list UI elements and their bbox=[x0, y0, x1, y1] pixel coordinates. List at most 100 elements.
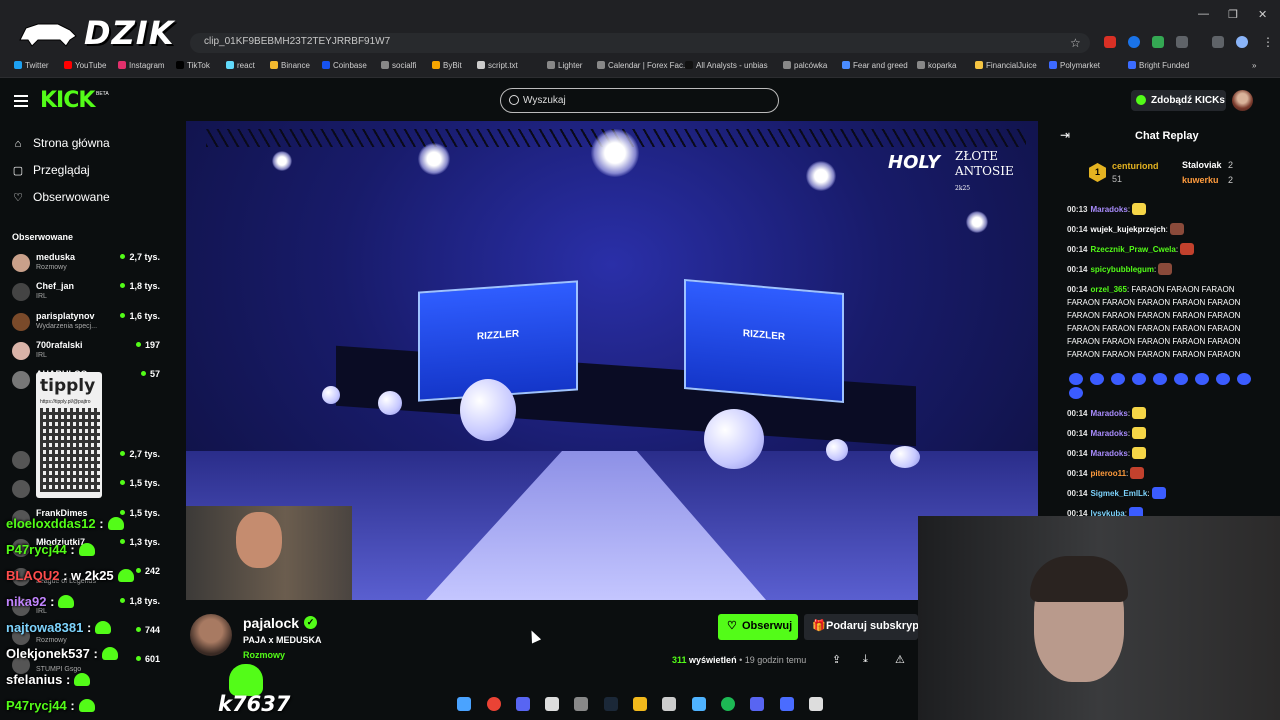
puzzle-icon[interactable] bbox=[1176, 36, 1188, 48]
bookmark-item[interactable]: FinancialJuice bbox=[975, 61, 1037, 70]
spotify-icon[interactable] bbox=[721, 697, 735, 711]
bookmark-item[interactable]: ByBit bbox=[432, 61, 462, 70]
extension-icon[interactable] bbox=[1128, 36, 1140, 48]
gifter-name[interactable]: kuwerku bbox=[1182, 175, 1219, 185]
stream-category[interactable]: Rozmowy bbox=[243, 650, 285, 660]
app-icon[interactable] bbox=[545, 697, 559, 711]
nav-following[interactable]: ♡ Obserwowane bbox=[12, 190, 110, 204]
boar-icon bbox=[19, 23, 77, 47]
bookmark-item[interactable]: Twitter bbox=[14, 61, 49, 70]
top-gifter-name[interactable]: centuriond bbox=[1112, 161, 1159, 171]
emote-icon bbox=[1069, 387, 1083, 399]
emote-icon bbox=[74, 673, 91, 686]
bookmark-item[interactable]: YouTube bbox=[64, 61, 106, 70]
channel-category: IRL bbox=[36, 608, 47, 615]
gift-sub-button[interactable]: 🎁Podaruj subskrypcje bbox=[804, 614, 918, 640]
emote-icon bbox=[1069, 373, 1083, 385]
collapse-chat-icon[interactable]: ⇥ bbox=[1060, 128, 1070, 142]
menu-dots-icon[interactable]: ⋮ bbox=[1262, 35, 1274, 49]
share-icon[interactable]: ⇪ bbox=[832, 653, 841, 666]
gifter-name[interactable]: Staloviak bbox=[1182, 160, 1222, 170]
chat-username[interactable]: Maradoks bbox=[1090, 449, 1127, 458]
nav-home[interactable]: ⌂ Strona główna bbox=[12, 136, 110, 150]
bookmark-icon bbox=[64, 61, 72, 69]
heart-icon: ♡ bbox=[727, 620, 737, 632]
nav-browse[interactable]: ▢ Przeglądaj bbox=[12, 163, 90, 177]
menu-icon[interactable] bbox=[14, 95, 28, 107]
kicks-icon bbox=[1136, 95, 1146, 105]
chat-username[interactable]: Maradoks bbox=[1090, 409, 1127, 418]
discord-icon[interactable] bbox=[516, 697, 530, 711]
overlay-chat-text: : bbox=[86, 620, 92, 635]
emote-icon bbox=[1216, 373, 1230, 385]
download-icon[interactable]: ⤓ bbox=[863, 653, 868, 666]
bookmark-item[interactable]: Instagram bbox=[118, 61, 165, 70]
streamer-name[interactable]: pajalock bbox=[243, 615, 299, 631]
bookmark-item[interactable]: socialfi bbox=[381, 61, 416, 70]
app-icon[interactable] bbox=[692, 697, 706, 711]
restore-icon[interactable]: ❐ bbox=[1228, 8, 1238, 21]
chat-timestamp: 00:14 bbox=[1067, 489, 1088, 498]
bookmark-item[interactable]: Fear and greed bbox=[842, 61, 908, 70]
close-icon[interactable]: ✕ bbox=[1258, 8, 1267, 21]
bookmark-item[interactable]: All Analysts - unbias bbox=[685, 61, 768, 70]
star-icon[interactable]: ☆ bbox=[1070, 36, 1081, 50]
bookmark-item[interactable]: Calendar | Forex Fac... bbox=[597, 61, 690, 70]
chat-message: 00:14 Maradoks: bbox=[1067, 427, 1257, 440]
emote-icon bbox=[1090, 373, 1104, 385]
bookmark-icon bbox=[432, 61, 440, 69]
chrome-icon[interactable] bbox=[487, 697, 501, 711]
app-icon[interactable] bbox=[780, 697, 794, 711]
windows-start-icon[interactable] bbox=[457, 697, 471, 711]
follow-button[interactable]: ♡ Obserwuj bbox=[718, 614, 798, 640]
reading-list-icon[interactable] bbox=[1212, 36, 1224, 48]
notepad-icon[interactable] bbox=[809, 697, 823, 711]
followed-channel[interactable]: Chef_jan IRL 1,8 tys. bbox=[12, 281, 160, 307]
bookmarks-more-icon[interactable]: » bbox=[1252, 61, 1256, 70]
bookmark-item[interactable]: palcówka bbox=[783, 61, 827, 70]
streamer-avatar[interactable] bbox=[190, 614, 232, 656]
overlay-chat-text: : bbox=[50, 594, 55, 609]
bookmark-item[interactable]: Lighter bbox=[547, 61, 582, 70]
minimize-icon[interactable]: — bbox=[1198, 8, 1209, 20]
report-icon[interactable]: ⚠ bbox=[895, 653, 905, 666]
folder-icon[interactable] bbox=[633, 697, 647, 711]
chat-username[interactable]: Sigmek_EmlLk bbox=[1090, 489, 1147, 498]
user-avatar[interactable] bbox=[1232, 90, 1253, 111]
bookmark-item[interactable]: koparka bbox=[917, 61, 956, 70]
emote-icon bbox=[1237, 373, 1251, 385]
app-icon[interactable] bbox=[574, 697, 588, 711]
extension-icon[interactable] bbox=[1104, 36, 1116, 48]
chat-timestamp: 00:14 bbox=[1067, 265, 1088, 274]
chat-username[interactable]: orzel_365 bbox=[1090, 285, 1126, 294]
viewer-count: 242 bbox=[136, 566, 160, 576]
chat-username[interactable]: piteroo11 bbox=[1090, 469, 1126, 478]
chat-username[interactable]: Maradoks bbox=[1090, 429, 1127, 438]
profile-icon[interactable] bbox=[1236, 36, 1248, 48]
bookmark-item[interactable]: TikTok bbox=[176, 61, 210, 70]
bookmark-item[interactable]: react bbox=[226, 61, 255, 70]
followed-channel[interactable]: 700rafalski IRL 197 bbox=[12, 340, 160, 366]
channel-name: Chef_jan bbox=[36, 281, 75, 291]
app-icon[interactable] bbox=[750, 697, 764, 711]
bookmark-item[interactable]: Coinbase bbox=[322, 61, 367, 70]
bookmark-item[interactable]: Bright Funded bbox=[1128, 61, 1189, 70]
chat-username[interactable]: wujek_kujekprzejch bbox=[1090, 225, 1165, 234]
url-text[interactable]: clip_01KF9BEBMH23T2TEYJRRBF91W7 bbox=[204, 36, 390, 47]
bookmark-item[interactable]: Binance bbox=[270, 61, 310, 70]
chat-username[interactable]: Maradoks bbox=[1090, 205, 1127, 214]
bookmark-item[interactable]: Polymarket bbox=[1049, 61, 1100, 70]
bookmark-item[interactable]: script.txt bbox=[477, 61, 518, 70]
app-icon[interactable] bbox=[662, 697, 676, 711]
chat-username[interactable]: Rzecznik_Praw_Cwela bbox=[1090, 245, 1175, 254]
followed-channel[interactable]: meduska Rozmowy 2,7 tys. bbox=[12, 252, 160, 278]
chat-username[interactable]: spicybubblegum bbox=[1090, 265, 1154, 274]
streamer-face bbox=[236, 512, 282, 568]
verified-icon: ✓ bbox=[304, 616, 317, 629]
translate-icon[interactable] bbox=[1152, 36, 1164, 48]
steam-icon[interactable] bbox=[604, 697, 618, 711]
kick-logo[interactable]: KICK bbox=[40, 88, 95, 113]
followed-channel[interactable]: parisplatynov Wydarzenia specj... 1,6 tys. bbox=[12, 311, 160, 337]
channel-avatar bbox=[12, 371, 30, 389]
emote-icon bbox=[78, 543, 95, 556]
